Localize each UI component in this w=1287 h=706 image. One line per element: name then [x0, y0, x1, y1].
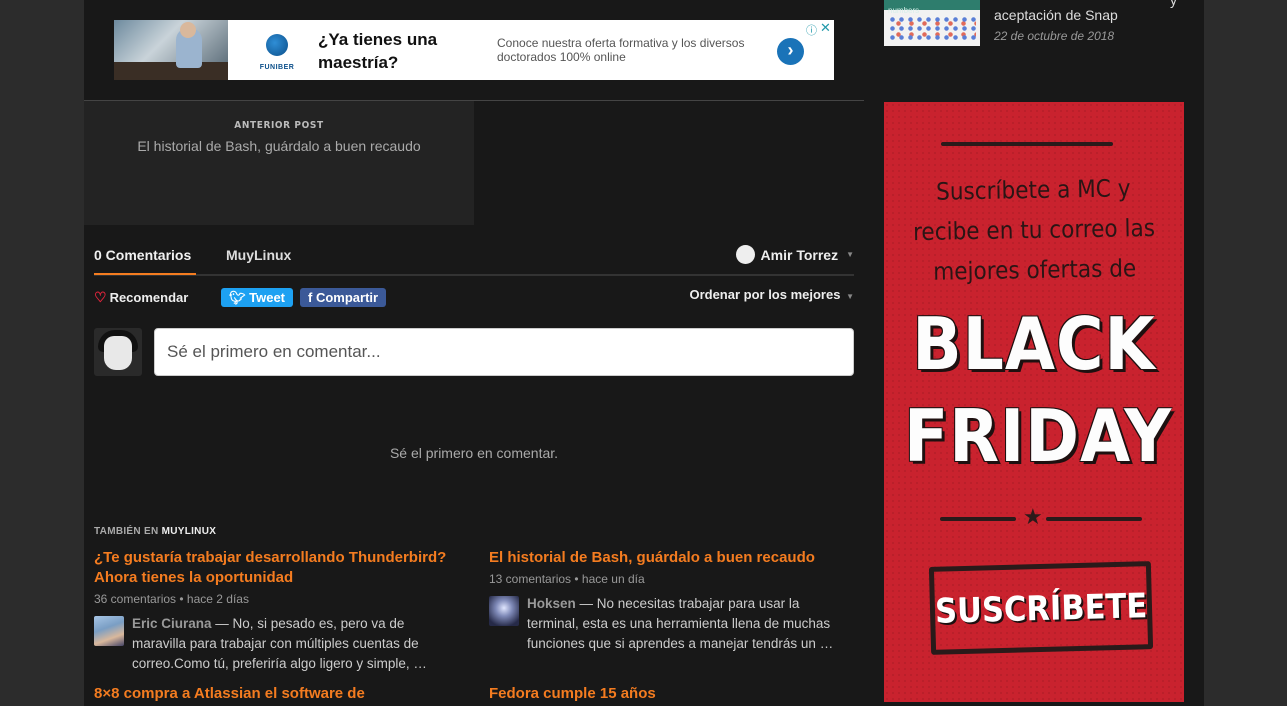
ad-text: Conoce nuestra oferta formativa y los di… — [497, 36, 745, 64]
avatar — [489, 596, 519, 626]
divider — [1046, 517, 1142, 521]
comment-actions: ♡ Recomendar 🐦︎ Tweet f Compartir Ordenar… — [94, 286, 854, 308]
previous-post-kicker: ANTERIOR POST — [234, 120, 324, 131]
caret-down-icon: ▼ — [846, 292, 854, 301]
comment-author[interactable]: Eric Ciurana — [132, 616, 212, 631]
ad-logo: FUNIBER — [254, 34, 300, 74]
ad-headline: ¿Ya tienes una maestría? — [318, 30, 438, 72]
related-card[interactable]: Fedora cumple 15 años — [489, 684, 849, 704]
related-excerpt: Hoksen — No necesitas trabajar para usar… — [489, 594, 849, 654]
promo-headline: BLACK FRIDAY — [904, 302, 1173, 478]
related-title[interactable]: Fedora cumple 15 años — [489, 684, 849, 704]
related-card[interactable]: ¿Te gustaría trabajar desarrollando Thun… — [94, 548, 454, 674]
related-title[interactable]: El historial de Bash, guárdalo a buen re… — [489, 548, 849, 568]
comments-tabs: 0 Comentarios MuyLinux Amir Torrez ▼ — [94, 242, 854, 276]
user-avatar-icon — [735, 245, 755, 264]
sidebar-post-date: 22 de octubre de 2018 — [994, 29, 1115, 43]
avatar — [94, 328, 142, 376]
close-icon[interactable]: ✕ — [820, 20, 831, 36]
user-menu[interactable]: Amir Torrez ▼ — [735, 245, 854, 264]
comment-author[interactable]: Hoksen — [527, 596, 576, 611]
related-meta: 36 comentarios • hace 2 días — [94, 592, 249, 606]
black-friday-banner[interactable]: Suscríbete a MC y recibe en tu correo la… — [884, 102, 1184, 702]
twitter-bird-icon: 🐦︎ — [229, 290, 250, 305]
globe-icon — [266, 34, 288, 56]
promo-lead-text: Suscríbete a MC y recibe en tu correo la… — [912, 174, 1156, 286]
sort-dropdown[interactable]: Ordenar por los mejores ▼ — [689, 287, 854, 302]
facebook-share-button[interactable]: f Compartir — [300, 288, 387, 307]
previous-post-title[interactable]: El historial de Bash, guárdalo a buen re… — [84, 138, 474, 154]
related-title[interactable]: 8×8 compra a Atlassian el software de — [94, 684, 454, 704]
comment-input[interactable]: Sé el primero en comentar... — [154, 328, 854, 376]
tweet-button[interactable]: 🐦︎ Tweet — [221, 288, 294, 307]
related-excerpt: Eric Ciurana — No, si pesado es, pero va… — [94, 614, 454, 674]
facebook-icon: f — [308, 290, 316, 305]
related-meta: 13 comentarios • hace un día — [489, 572, 645, 586]
sidebar-post-title[interactable]: aceptación de Snap — [994, 7, 1118, 23]
star-icon: ★ — [1023, 504, 1043, 529]
user-name: Amir Torrez — [760, 246, 839, 263]
related-card[interactable]: 8×8 compra a Atlassian el software de — [94, 684, 454, 704]
divider — [941, 142, 1113, 146]
sidebar-post-thumbnail[interactable]: numbers — [884, 0, 980, 46]
tab-comments[interactable]: 0 Comentarios — [94, 247, 197, 275]
also-on-heading: TAMBIÉN EN MUYLINUX — [94, 526, 217, 537]
subscribe-button[interactable]: SUSCRÍBETE — [928, 561, 1154, 655]
related-card[interactable]: El historial de Bash, guárdalo a buen re… — [489, 548, 849, 654]
recommend-button[interactable]: ♡ Recomendar — [94, 289, 188, 306]
heart-icon: ♡ — [94, 289, 107, 305]
arrow-right-icon[interactable]: › — [777, 38, 804, 65]
related-title[interactable]: ¿Te gustaría trabajar desarrollando Thun… — [94, 548, 454, 588]
divider — [940, 517, 1016, 521]
sidebar-post-title-tail[interactable]: y — [1170, 0, 1177, 8]
previous-post[interactable]: ANTERIOR POST El historial de Bash, guár… — [84, 101, 474, 225]
ad-photo — [114, 20, 228, 80]
caret-down-icon: ▼ — [846, 250, 854, 259]
avatar — [94, 616, 124, 646]
ad-banner[interactable]: FUNIBER ¿Ya tienes una maestría? Conoce … — [114, 20, 834, 80]
info-icon[interactable]: ⓘ — [806, 22, 817, 38]
empty-comments-text: Sé el primero en comentar. — [389, 445, 559, 461]
tab-forum[interactable]: MuyLinux — [226, 247, 291, 263]
